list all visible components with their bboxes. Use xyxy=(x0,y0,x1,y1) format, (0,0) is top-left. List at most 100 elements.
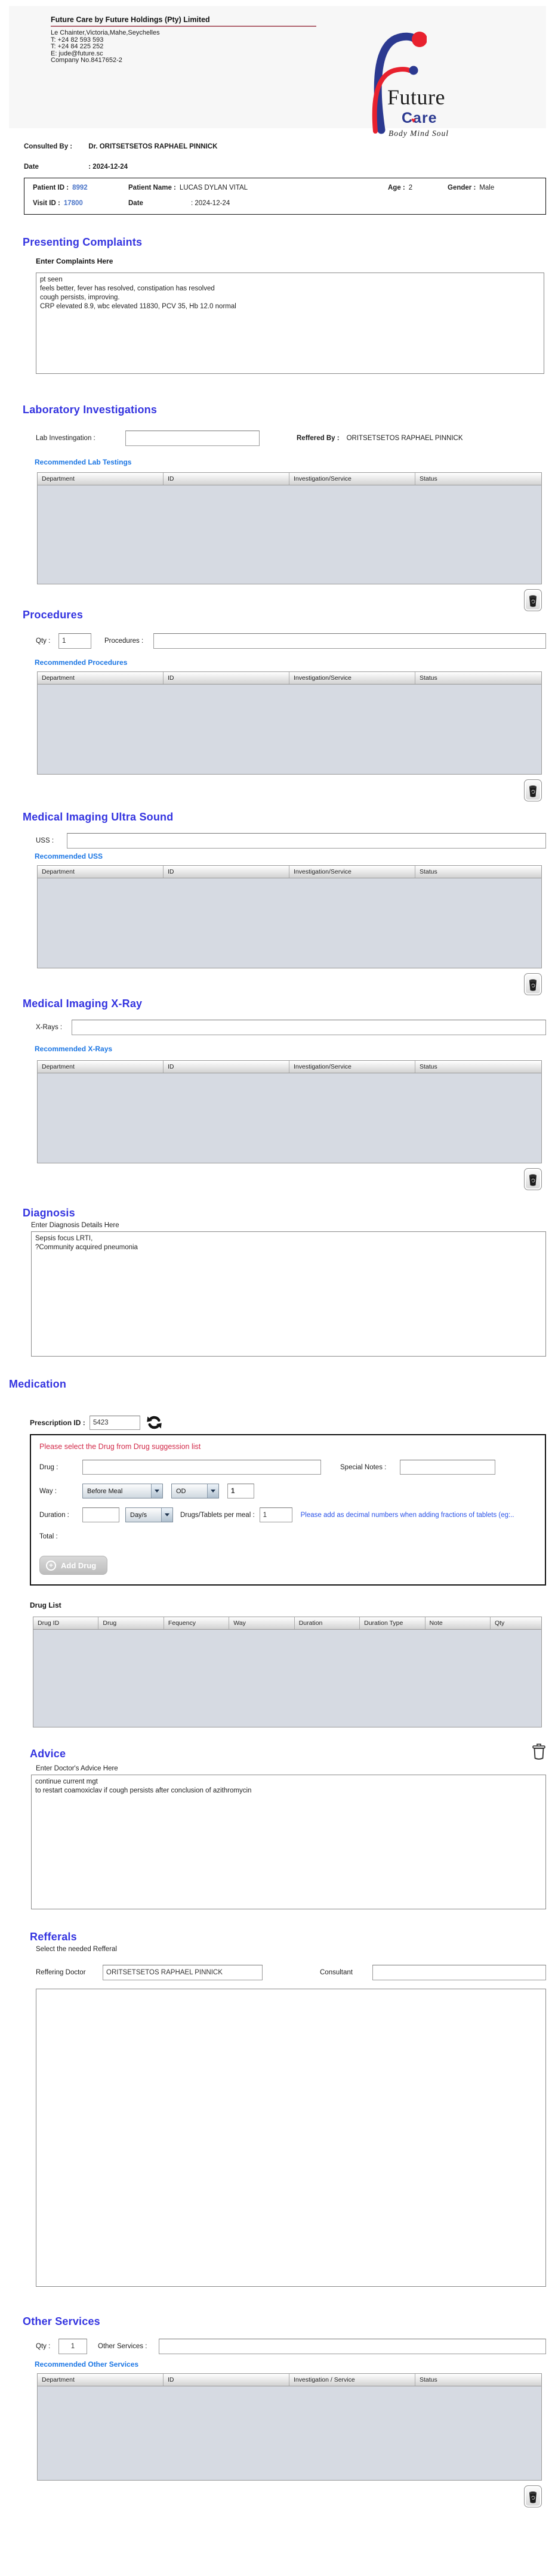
prescription-row: Prescription ID : xyxy=(30,1414,546,1431)
duration-row: Duration : Day/s Drugs/Tablets per meal … xyxy=(39,1507,540,1522)
uss-label: USS : xyxy=(36,837,54,844)
other-services-table-body[interactable] xyxy=(38,2386,541,2480)
advice-textarea[interactable]: continue current mgt to restart coamoxic… xyxy=(31,1775,546,1909)
column-header: Fequency xyxy=(164,1617,230,1629)
column-header: Department xyxy=(38,2374,164,2386)
refresh-prescription-button[interactable] xyxy=(146,1414,162,1431)
lab-table: Department ID Investigation/Service Stat… xyxy=(37,472,542,584)
other-services-table: Department ID Investigation / Service St… xyxy=(37,2373,542,2481)
consult-block: Consulted By : Dr. ORITSETSETOS RAPHAEL … xyxy=(24,143,546,171)
add-drug-button[interactable]: + Add Drug xyxy=(39,1556,108,1575)
consultant-input[interactable] xyxy=(372,1965,546,1980)
consulted-by-value: Dr. ORITSETSETOS RAPHAEL PINNICK xyxy=(88,143,218,150)
lab-delete-button[interactable] xyxy=(524,589,542,611)
visit-form-page: Future Care by Future Holdings (Pty) Lim… xyxy=(0,6,555,2507)
age-value: 2 xyxy=(408,184,413,191)
procedures-table: Department ID Investigation/Service Stat… xyxy=(37,671,542,775)
total-label: Total : xyxy=(39,1533,58,1540)
chevron-down-icon xyxy=(207,1484,218,1498)
procedures-table-body[interactable] xyxy=(38,685,541,774)
column-header: Investigation/Service xyxy=(289,473,415,485)
total-row: Total : xyxy=(39,1533,540,1540)
recommended-other-services-link[interactable]: Recommended Other Services xyxy=(35,2360,555,2368)
reffering-doctor-input[interactable] xyxy=(103,1965,263,1980)
drug-list-table-body[interactable] xyxy=(33,1630,541,1727)
procedures-input[interactable] xyxy=(153,633,546,649)
column-header: Qty xyxy=(494,1620,505,1627)
drug-delete-button[interactable] xyxy=(532,1743,546,1763)
section-heading-medical-imaging-x-ray: Medical Imaging X-Ray xyxy=(23,998,143,1010)
logo-tagline: Body Mind Soul xyxy=(388,129,449,138)
trash-icon xyxy=(529,785,536,797)
prescription-id-input[interactable] xyxy=(90,1415,140,1430)
other-services-qty-label: Qty : xyxy=(36,2343,51,2350)
recommended-lab-testings-link[interactable]: Recommended Lab Testings xyxy=(35,458,555,466)
duration-type-dropdown[interactable]: Day/s xyxy=(125,1507,173,1522)
way-dropdown[interactable]: Before Meal xyxy=(82,1484,163,1498)
section-heading-diagnosis: Diagnosis xyxy=(23,1207,75,1219)
duration-input[interactable] xyxy=(82,1507,119,1522)
uss-table: Department ID Investigation/Service Stat… xyxy=(37,865,542,968)
company-number: Company No.8417652-2 xyxy=(51,57,122,64)
gender-value: Male xyxy=(479,184,495,191)
consulted-by-label: Consulted By : xyxy=(24,143,73,150)
company-phone-2: T: +24 84 225 252 xyxy=(51,43,104,50)
refferal-list-box[interactable] xyxy=(36,1989,546,2287)
column-header: Investigation/Service xyxy=(289,672,415,684)
other-services-qty-input[interactable] xyxy=(58,2339,87,2354)
patient-name-value: LUCAS DYLAN VITAL xyxy=(179,184,248,191)
age-label: Age : xyxy=(388,184,405,191)
lab-investigation-input[interactable] xyxy=(125,431,260,446)
column-header: Drug xyxy=(98,1617,164,1629)
column-header: Duration xyxy=(295,1617,360,1629)
complaints-textarea[interactable]: pt seen feels better, fever has resolved… xyxy=(36,273,544,374)
other-services-input[interactable] xyxy=(159,2339,546,2354)
uss-input[interactable] xyxy=(67,833,546,849)
reffered-by-label: Reffered By : xyxy=(297,435,340,442)
way-row: Way : Before Meal OD xyxy=(39,1484,540,1498)
frequency-dropdown[interactable]: OD xyxy=(171,1484,219,1498)
column-header: Duration Type xyxy=(360,1617,426,1629)
uss-table-body[interactable] xyxy=(38,878,541,968)
column-header: Note xyxy=(426,1617,491,1629)
trash-outline-icon xyxy=(532,1744,545,1760)
lab-table-body[interactable] xyxy=(38,485,541,584)
patient-name-label: Patient Name : xyxy=(128,184,176,191)
way-qty-input[interactable] xyxy=(227,1484,254,1498)
xray-table-body[interactable] xyxy=(38,1073,541,1163)
refferal-sublabel: Select the needed Refferal xyxy=(36,1946,117,1953)
trash-icon xyxy=(529,2491,536,2503)
drug-suggestion-warning: Please select the Drug from Drug suggess… xyxy=(39,1442,201,1451)
recommended-procedures-link[interactable]: Recommended Procedures xyxy=(35,658,555,667)
duration-type-value: Day/s xyxy=(130,1511,147,1519)
special-notes-input[interactable] xyxy=(400,1460,495,1475)
procedures-qty-input[interactable] xyxy=(58,633,91,649)
recommended-uss-link[interactable]: Recommended USS xyxy=(35,852,555,860)
uss-delete-button[interactable] xyxy=(524,973,542,995)
column-header: Investigation / Service xyxy=(289,2374,415,2386)
column-header: Department xyxy=(38,672,164,684)
diagnosis-textarea[interactable]: Sepsis focus LRTI, ?Community acquired p… xyxy=(31,1231,546,1357)
procedures-delete-button[interactable] xyxy=(524,779,542,801)
section-heading-refferals: Refferals xyxy=(30,1931,77,1943)
other-services-delete-button[interactable] xyxy=(524,2485,542,2507)
company-name: Future Care by Future Holdings (Pty) Lim… xyxy=(51,16,316,27)
trash-icon xyxy=(529,595,536,607)
uss-field-row: USS : xyxy=(36,833,546,849)
gender-label: Gender : xyxy=(448,184,476,191)
column-header: Status xyxy=(420,2376,437,2383)
section-heading-medication: Medication xyxy=(9,1378,67,1390)
procedures-label: Procedures : xyxy=(104,637,144,645)
way-label: Way : xyxy=(39,1487,57,1495)
company-info: Future Care by Future Holdings (Pty) Lim… xyxy=(51,16,316,64)
add-drug-label: Add Drug xyxy=(61,1561,97,1570)
xray-delete-button[interactable] xyxy=(524,1168,542,1190)
per-meal-input[interactable] xyxy=(259,1507,292,1522)
drug-input[interactable] xyxy=(82,1460,321,1475)
diagnosis-label: Enter Diagnosis Details Here xyxy=(31,1222,119,1229)
xray-input[interactable] xyxy=(72,1020,546,1035)
recommended-xrays-link[interactable]: Recommended X-Rays xyxy=(35,1045,555,1053)
column-header: Department xyxy=(38,473,164,485)
reffering-doctor-label: Reffering Doctor xyxy=(36,1969,86,1976)
consult-date-value: : 2024-12-24 xyxy=(88,163,128,171)
